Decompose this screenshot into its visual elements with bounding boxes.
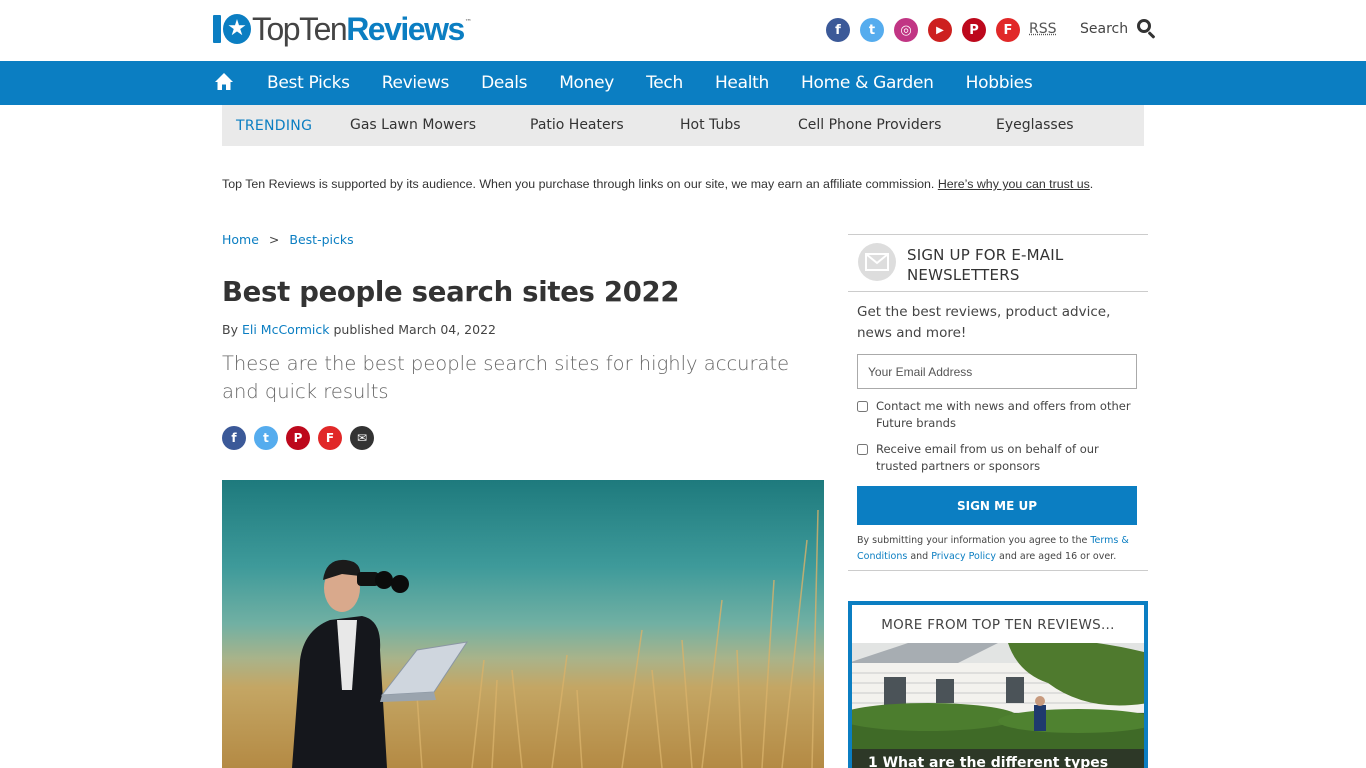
trending-label: TRENDING [236, 117, 313, 134]
logo-wordmark: TopTenReviews [252, 11, 465, 47]
share-flipboard-icon[interactable]: F [318, 426, 342, 450]
more-from-caption[interactable]: 1 What are the different types [852, 749, 1144, 768]
more-from-title: MORE FROM TOP TEN REVIEWS... [852, 605, 1144, 643]
affiliate-period: . [1089, 177, 1094, 191]
hero-image [222, 480, 824, 768]
site-header: ★ TopTenReviews ™ f t ◎ ▶ P F RSS Search [0, 0, 1366, 61]
newsletter-title: SIGN UP FOR E-MAIL NEWSLETTERS [907, 246, 1064, 284]
nav-item-reviews[interactable]: Reviews [382, 73, 450, 93]
nav-item-hobbies[interactable]: Hobbies [966, 73, 1033, 93]
main-nav: Best Picks Reviews Deals Money Tech Heal… [0, 61, 1366, 105]
more-from-widget: MORE FROM TOP TEN REVIEWS... 1 What are … [848, 601, 1148, 768]
nav-item-best-picks[interactable]: Best Picks [267, 73, 350, 93]
newsletter-widget: SIGN UP FOR E-MAIL NEWSLETTERS Get the b… [848, 234, 1148, 571]
nav-item-health[interactable]: Health [715, 73, 769, 93]
sign-me-up-button[interactable]: SIGN ME UP [857, 486, 1137, 525]
trending-item[interactable]: Patio Heaters [530, 117, 624, 133]
breadcrumb-home[interactable]: Home [222, 232, 259, 247]
logo-top: Top [252, 11, 301, 47]
newsletter-description: Get the best reviews, product advice, ne… [857, 304, 1111, 341]
logo-trademark: ™ [464, 18, 472, 26]
legal-tail: and are aged 16 or over. [999, 551, 1117, 562]
flipboard-icon[interactable]: F [996, 18, 1020, 42]
share-buttons: f t P F ✉ [222, 426, 374, 450]
nav-item-deals[interactable]: Deals [481, 73, 527, 93]
pinterest-icon[interactable]: P [962, 18, 986, 42]
search-icon [1136, 18, 1156, 40]
partners-consent-row[interactable]: Receive email from us on behalf of our t… [857, 441, 1142, 474]
partners-consent-checkbox[interactable] [857, 444, 868, 455]
nav-item-tech[interactable]: Tech [646, 73, 683, 93]
author-link[interactable]: Eli McCormick [242, 322, 330, 337]
envelope-icon [858, 243, 896, 281]
contact-consent-row[interactable]: Contact me with news and offers from oth… [857, 398, 1142, 431]
star-icon: ★ [227, 16, 247, 41]
share-email-icon[interactable]: ✉ [350, 426, 374, 450]
contact-consent-checkbox[interactable] [857, 401, 868, 412]
affiliate-disclaimer: Top Ten Reviews is supported by its audi… [222, 177, 1093, 191]
share-facebook-icon[interactable]: f [222, 426, 246, 450]
breadcrumb: Home > Best-picks [222, 232, 354, 247]
byline: By Eli McCormick published March 04, 202… [222, 322, 496, 337]
legal-text: By submitting your information you agree… [857, 535, 1088, 546]
partners-consent-label: Receive email from us on behalf of our t… [876, 442, 1099, 473]
nav-item-money[interactable]: Money [559, 73, 614, 93]
byline-by: By [222, 322, 238, 337]
trending-item[interactable]: Gas Lawn Mowers [350, 117, 476, 133]
article-strapline: These are the best people search sites f… [222, 352, 790, 403]
twitter-icon[interactable]: t [860, 18, 884, 42]
search-button[interactable]: Search [1080, 18, 1156, 40]
search-label: Search [1080, 21, 1129, 37]
logo-reviews: Reviews [346, 11, 465, 47]
email-field[interactable] [857, 354, 1137, 389]
rss-link[interactable]: RSS [1029, 21, 1057, 37]
header-social-links: f t ◎ ▶ P F [826, 18, 1020, 42]
hero-illustration [292, 509, 819, 768]
nav-item-home-garden[interactable]: Home & Garden [801, 73, 934, 93]
home-icon[interactable] [214, 72, 234, 92]
page-title: Best people search sites 2022 [222, 276, 680, 308]
share-pinterest-icon[interactable]: P [286, 426, 310, 450]
trending-item[interactable]: Eyeglasses [996, 117, 1074, 133]
publish-date: published March 04, 2022 [333, 322, 496, 337]
trust-link[interactable]: Here’s why you can trust us [938, 177, 1090, 191]
share-twitter-icon[interactable]: t [254, 426, 278, 450]
trending-item[interactable]: Cell Phone Providers [798, 117, 941, 133]
privacy-link[interactable]: Privacy Policy [931, 551, 996, 562]
youtube-icon[interactable]: ▶ [928, 18, 952, 42]
logo-ten-mark: ★ [213, 14, 251, 44]
logo-ten: Ten [299, 11, 348, 47]
instagram-icon[interactable]: ◎ [894, 18, 918, 42]
trending-item[interactable]: Hot Tubs [680, 117, 741, 133]
facebook-icon[interactable]: f [826, 18, 850, 42]
trending-bar: TRENDING Gas Lawn Mowers Patio Heaters H… [222, 105, 1144, 146]
legal-and: and [910, 551, 929, 562]
contact-consent-label: Contact me with news and offers from oth… [876, 399, 1131, 430]
site-logo[interactable]: ★ TopTenReviews ™ [213, 12, 472, 46]
breadcrumb-best-picks[interactable]: Best-picks [289, 232, 353, 247]
affiliate-text: Top Ten Reviews is supported by its audi… [222, 177, 935, 191]
newsletter-legal: By submitting your information you agree… [857, 533, 1142, 565]
newsletter-header: SIGN UP FOR E-MAIL NEWSLETTERS [848, 235, 1148, 292]
breadcrumb-separator: > [268, 232, 280, 247]
